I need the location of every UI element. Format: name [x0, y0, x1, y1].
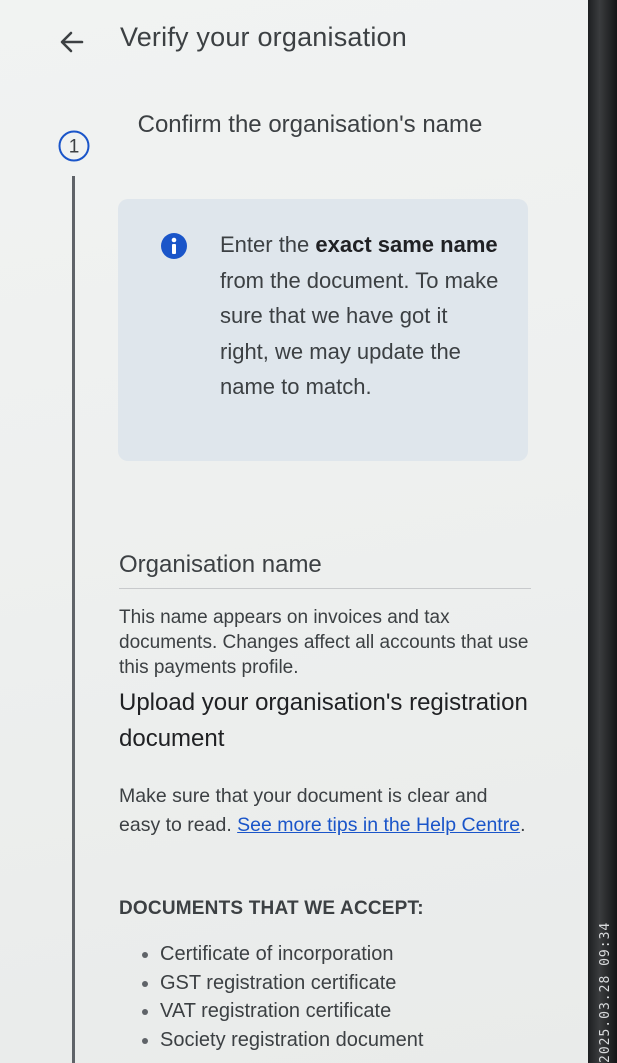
info-text-start: Enter the — [220, 232, 316, 257]
upload-description-end: . — [520, 814, 526, 836]
accepted-documents-list: Certificate of incorporation GST registr… — [140, 940, 423, 1054]
upload-description: Make sure that your document is clear an… — [119, 782, 529, 840]
accepted-documents-heading: DOCUMENTS THAT WE ACCEPT: — [119, 898, 424, 919]
step-connector-line — [72, 176, 75, 1063]
organisation-name-input-line[interactable] — [119, 588, 531, 589]
info-icon — [160, 232, 188, 260]
list-item: VAT registration certificate — [140, 997, 423, 1026]
list-item: GST registration certificate — [140, 969, 423, 998]
help-centre-link[interactable]: See more tips in the Help Centre — [237, 814, 520, 836]
step-number: 1 — [69, 137, 80, 158]
list-item: Certificate of incorporation — [140, 940, 423, 969]
screen: Verify your organisation 1 Confirm the o… — [0, 0, 588, 1063]
info-text-emphasis: exact same name — [315, 232, 498, 257]
page-title: Verify your organisation — [120, 22, 407, 52]
bezel-timestamp: 2025.03.28 09:34 — [598, 921, 613, 1063]
list-item: Society registration document — [140, 1026, 423, 1055]
organisation-name-label[interactable]: Organisation name — [119, 551, 322, 579]
info-message: Enter the exact same name from the docum… — [220, 227, 500, 405]
upload-section-title: Upload your organisation's registration … — [119, 689, 528, 752]
arrow-left-icon[interactable] — [58, 28, 86, 56]
organisation-name-help: This name appears on invoices and tax do… — [119, 607, 529, 678]
app-header: Verify your organisation — [0, 0, 588, 80]
step-number-icon: 1 — [57, 129, 91, 163]
info-text-end: from the document. To make sure that we … — [220, 267, 499, 400]
step-title: Confirm the organisation's name — [137, 111, 483, 138]
